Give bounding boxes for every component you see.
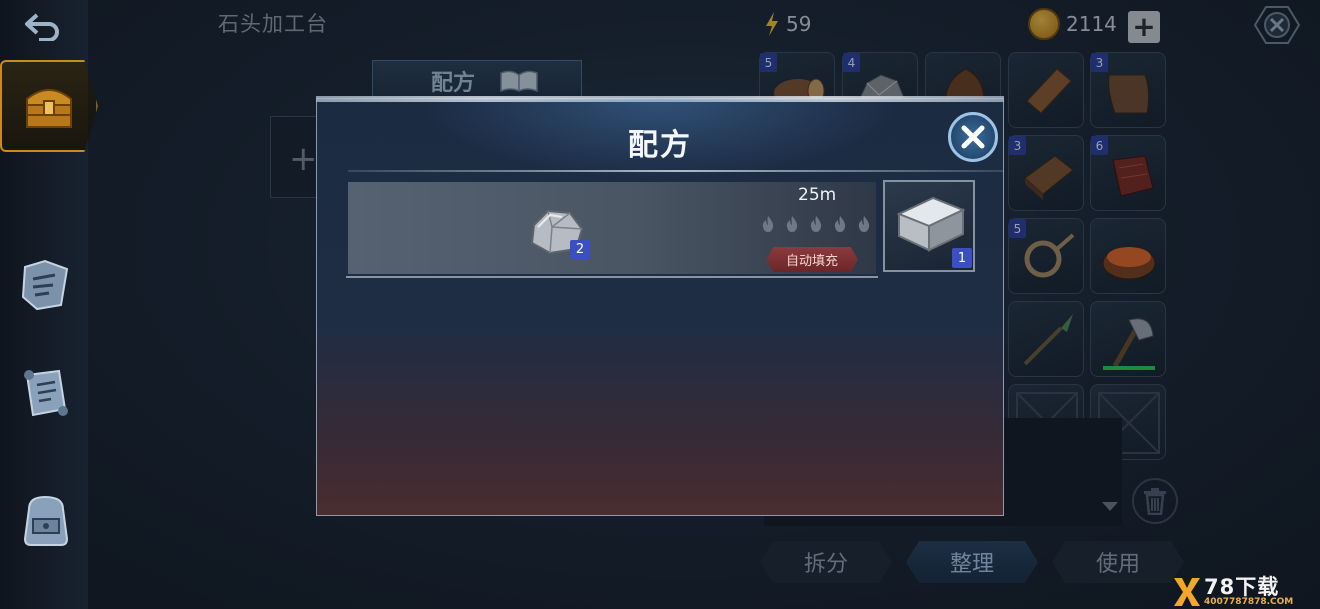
watermark-logo-icon xyxy=(1174,577,1200,606)
close-icon xyxy=(961,125,985,149)
back-arrow-icon xyxy=(25,13,59,41)
flame-icon xyxy=(834,216,846,232)
stone-block-icon xyxy=(896,196,966,252)
output-count-badge: 1 xyxy=(952,248,972,268)
backpack-icon xyxy=(23,495,69,546)
watermark: 78下载 4007787878.COM xyxy=(1172,574,1320,609)
craft-time: 25m xyxy=(798,185,837,205)
flame-icon xyxy=(810,216,822,232)
flame-icon xyxy=(762,216,774,232)
dialog-close-button[interactable] xyxy=(948,112,998,162)
dialog-title: 配方 xyxy=(628,128,692,163)
flame-icon xyxy=(786,216,798,232)
ingredient-count-badge: 2 xyxy=(570,240,590,259)
sidebar-item-backpack[interactable] xyxy=(10,484,82,556)
blueprint-map-icon xyxy=(21,259,69,311)
title-divider xyxy=(348,170,1004,172)
recipe-row-underline xyxy=(346,276,878,278)
autofill-button[interactable]: 自动填充 xyxy=(766,247,858,272)
flame-icon xyxy=(858,216,870,232)
back-button[interactable] xyxy=(12,8,74,44)
scroll-icon xyxy=(24,369,68,417)
watermark-brand: 78下载 xyxy=(1204,574,1280,599)
sidebar-item-blueprints[interactable] xyxy=(10,248,82,320)
sidebar-item-quests[interactable] xyxy=(10,356,82,428)
watermark-site: 4007787878.COM xyxy=(1204,596,1294,607)
heat-requirement xyxy=(760,215,872,233)
